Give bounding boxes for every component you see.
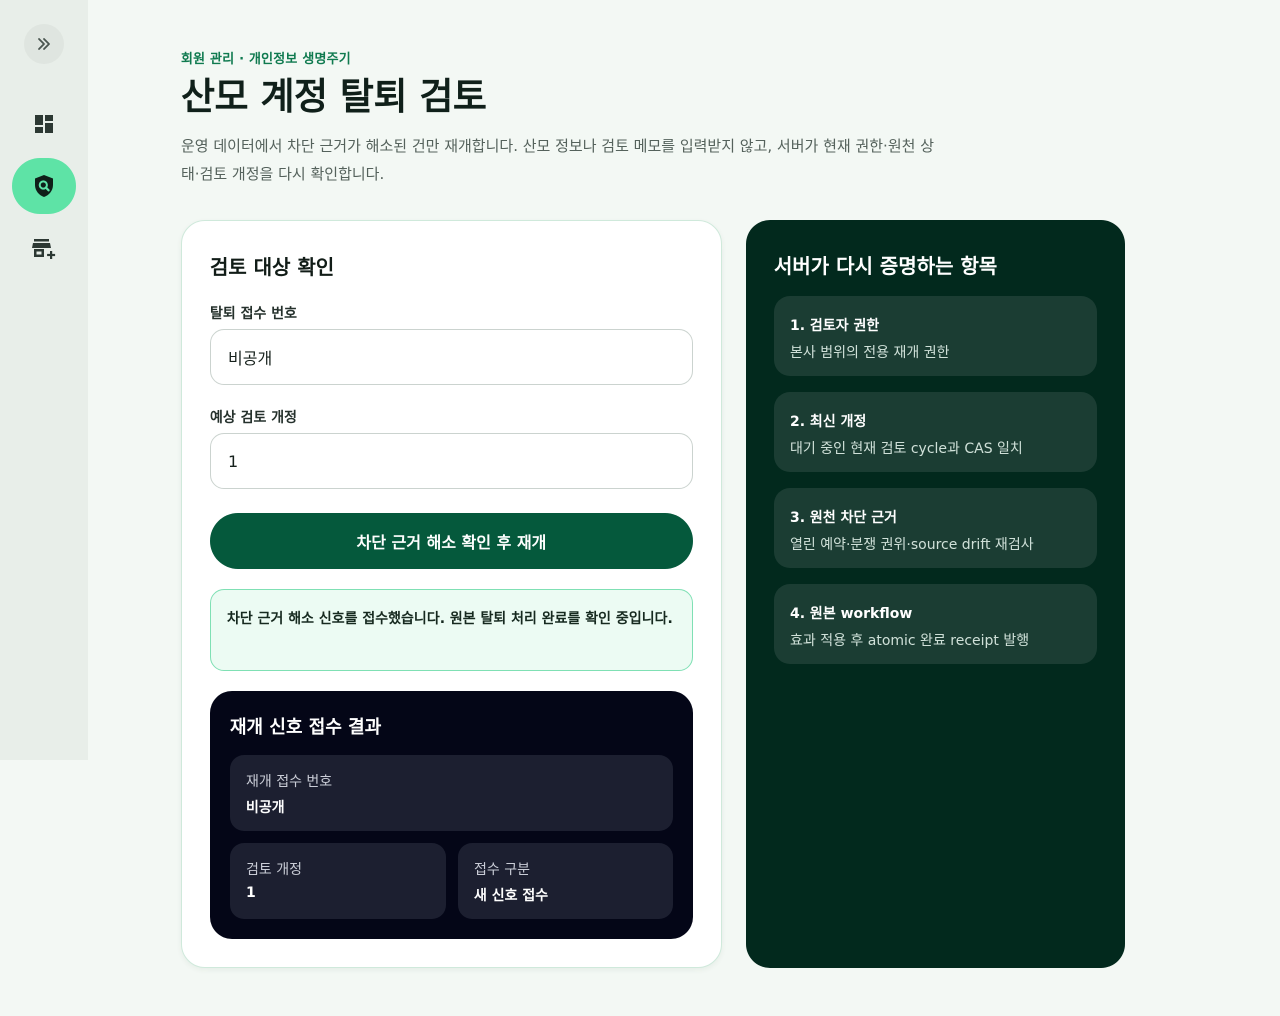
sidebar-item-privacy[interactable] (12, 158, 76, 214)
receipt-number-input[interactable] (210, 329, 693, 385)
check-item-desc: 효과 적용 후 atomic 완료 receipt 발행 (790, 633, 1030, 649)
status-notice: 차단 근거 해소 신호를 접수했습니다. 원본 탈퇴 처리 완료를 확인 중입니… (210, 589, 693, 671)
review-revision-value: 1 (246, 885, 256, 901)
receipt-type-label: 접수 구분 (474, 862, 530, 878)
resume-result-panel: 재개 신호 접수 결과 재개 접수 번호 비공개 검토 개정 1 접수 구분 새… (210, 691, 693, 939)
check-item: 3. 원천 차단 근거 열린 예약·분쟁 권위·source drift 재검사 (774, 488, 1097, 568)
page-description: 운영 데이터에서 차단 근거가 해소된 건만 재개합니다. 산모 정보나 검토 … (181, 137, 934, 184)
page-header: 회원 관리 · 개인정보 생명주기 산모 계정 탈퇴 검토 운영 데이터에서 차… (181, 48, 961, 188)
page-title: 산모 계정 탈퇴 검토 (181, 75, 487, 118)
resume-after-check-button[interactable]: 차단 근거 해소 확인 후 재개 (210, 513, 693, 569)
store-add-icon (32, 239, 56, 259)
review-revision-label: 검토 개정 (246, 862, 302, 878)
check-item-desc: 열린 예약·분쟁 권위·source drift 재검사 (790, 537, 1034, 553)
breadcrumb: 회원 관리 · 개인정보 생명주기 (181, 52, 351, 67)
dashboard-icon (35, 115, 53, 133)
result-title: 재개 신호 접수 결과 (230, 717, 382, 738)
sidebar-item-store[interactable] (24, 229, 64, 269)
expected-revision-input[interactable] (210, 433, 693, 489)
check-item-title: 3. 원천 차단 근거 (790, 510, 897, 526)
sidebar (0, 0, 88, 760)
check-item: 2. 최신 개정 대기 중인 현재 검토 cycle과 CAS 일치 (774, 392, 1097, 472)
receipt-type-value: 새 신호 접수 (474, 888, 549, 904)
check-item-title: 2. 최신 개정 (790, 414, 867, 430)
chevron-double-right-icon (38, 38, 50, 50)
check-item-desc: 본사 범위의 전용 재개 권한 (790, 345, 950, 361)
receipt-number-label: 탈퇴 접수 번호 (210, 306, 298, 322)
expected-revision-label: 예상 검토 개정 (210, 410, 298, 426)
receipt-type-box: 접수 구분 새 신호 접수 (458, 843, 673, 919)
check-item-title: 1. 검토자 권한 (790, 318, 880, 334)
check-item: 1. 검토자 권한 본사 범위의 전용 재개 권한 (774, 296, 1097, 376)
sidebar-expand-button[interactable] (24, 24, 64, 64)
sidebar-item-dashboard[interactable] (24, 104, 64, 144)
resume-receipt-value: 비공개 (246, 800, 285, 816)
resume-receipt-box: 재개 접수 번호 비공개 (230, 755, 673, 831)
checks-title: 서버가 다시 증명하는 항목 (774, 254, 998, 278)
check-item: 4. 원본 workflow 효과 적용 후 atomic 완료 receipt… (774, 584, 1097, 664)
server-checks-panel: 서버가 다시 증명하는 항목 1. 검토자 권한 본사 범위의 전용 재개 권한… (746, 220, 1125, 968)
review-revision-box: 검토 개정 1 (230, 843, 446, 919)
shield-search-icon (35, 175, 53, 197)
card-title: 검토 대상 확인 (210, 255, 335, 279)
resume-receipt-label: 재개 접수 번호 (246, 774, 333, 790)
review-target-card: 검토 대상 확인 탈퇴 접수 번호 예상 검토 개정 차단 근거 해소 확인 후… (181, 220, 722, 968)
check-item-title: 4. 원본 workflow (790, 606, 913, 622)
check-item-desc: 대기 중인 현재 검토 cycle과 CAS 일치 (790, 441, 1023, 457)
